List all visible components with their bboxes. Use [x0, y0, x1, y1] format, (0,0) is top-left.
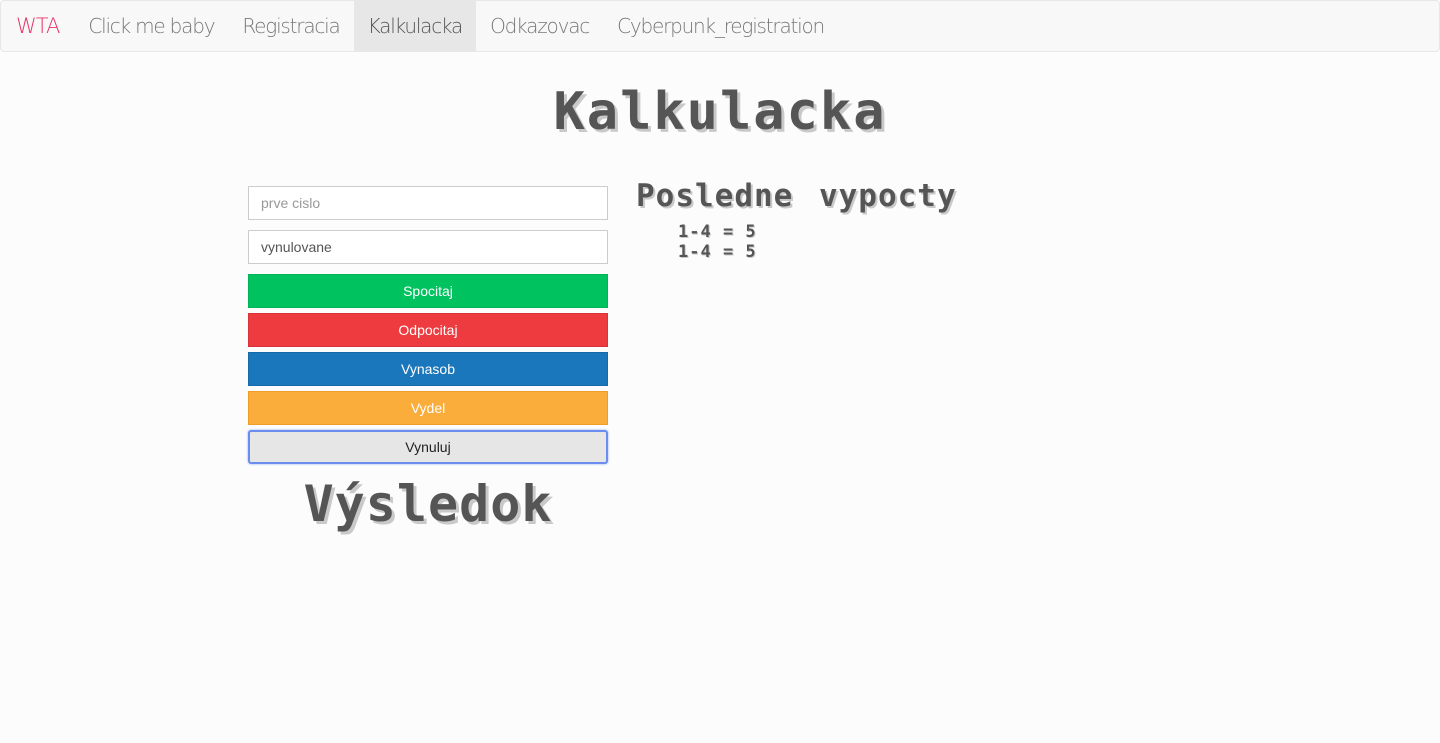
- result-label: Výsledok: [303, 475, 553, 533]
- history-list: 1-4 = 5 1-4 = 5: [678, 222, 757, 262]
- second-number-input[interactable]: [248, 230, 608, 264]
- divide-button[interactable]: Vydel: [248, 391, 608, 425]
- nav-item-cyberpunk-registration[interactable]: Cyberpunk_registration: [603, 1, 838, 51]
- top-navbar: WTA Click me baby Registracia Kalkulacka…: [0, 0, 1440, 52]
- nav-item-registracia[interactable]: Registracia: [228, 1, 353, 51]
- brand-link[interactable]: WTA: [1, 1, 74, 51]
- history-title: Posledne vypocty: [636, 178, 957, 214]
- history-item: 1-4 = 5: [678, 222, 757, 242]
- reset-button[interactable]: Vynuluj: [248, 430, 608, 464]
- subtract-button[interactable]: Odpocitaj: [248, 313, 608, 347]
- calculator-form: Spocitaj Odpocitaj Vynasob Vydel Vynuluj: [248, 186, 608, 469]
- multiply-button[interactable]: Vynasob: [248, 352, 608, 386]
- nav-item-odkazovac[interactable]: Odkazovac: [476, 1, 603, 51]
- nav-item-kalkulacka[interactable]: Kalkulacka: [353, 1, 477, 51]
- first-number-input[interactable]: [248, 186, 608, 220]
- add-button[interactable]: Spocitaj: [248, 274, 608, 308]
- history-item: 1-4 = 5: [678, 242, 757, 262]
- nav-item-click-me-baby[interactable]: Click me baby: [74, 1, 228, 51]
- page-title: Kalkulacka: [553, 82, 887, 142]
